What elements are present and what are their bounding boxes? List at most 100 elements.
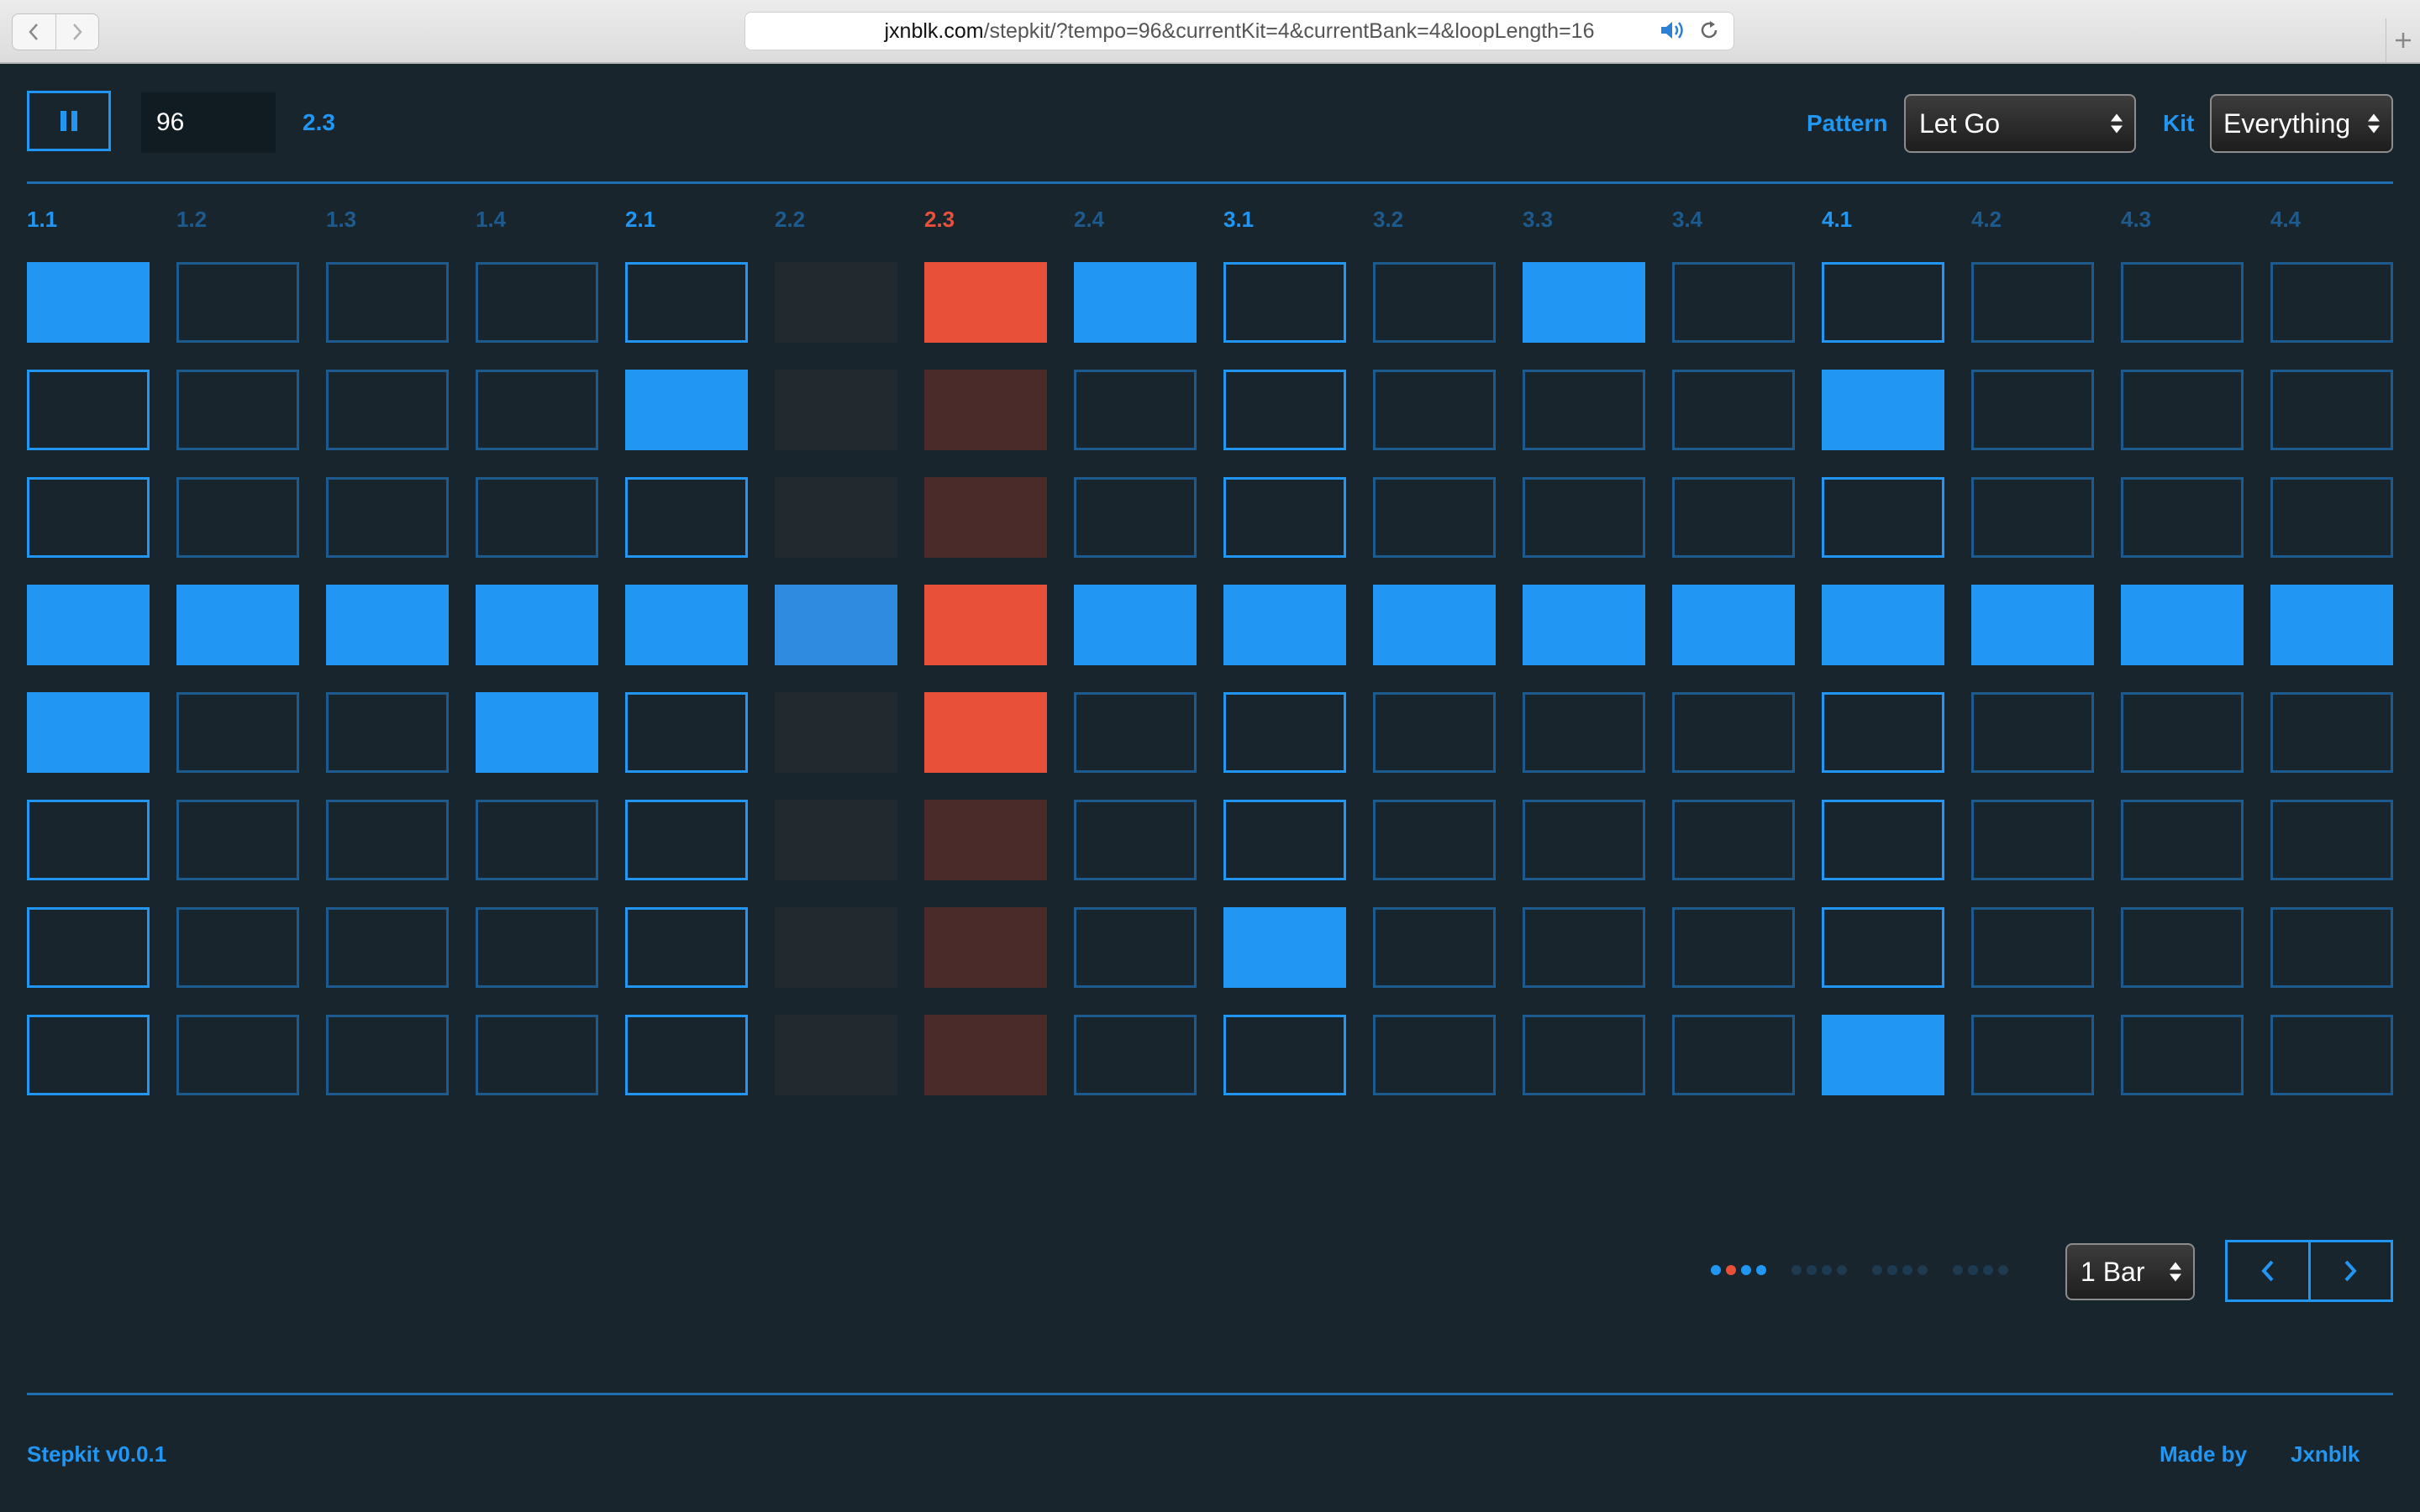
step-cell[interactable] bbox=[1373, 1015, 1496, 1095]
step-cell[interactable] bbox=[1672, 262, 1795, 343]
step-cell[interactable] bbox=[1822, 800, 1944, 880]
step-cell[interactable] bbox=[2270, 585, 2393, 665]
kit-select[interactable]: Everything bbox=[2210, 94, 2393, 153]
step-cell[interactable] bbox=[27, 907, 150, 988]
step-cell[interactable] bbox=[1074, 692, 1197, 773]
step-cell[interactable] bbox=[1523, 907, 1645, 988]
step-cell[interactable] bbox=[326, 907, 449, 988]
step-cell[interactable] bbox=[1971, 907, 2094, 988]
step-cell[interactable] bbox=[1223, 370, 1346, 450]
step-cell[interactable] bbox=[27, 585, 150, 665]
step-cell[interactable] bbox=[1373, 907, 1496, 988]
step-cell[interactable] bbox=[476, 370, 598, 450]
step-cell[interactable] bbox=[1971, 692, 2094, 773]
step-cell[interactable] bbox=[775, 477, 897, 558]
step-cell[interactable] bbox=[2121, 585, 2244, 665]
step-cell[interactable] bbox=[1523, 262, 1645, 343]
step-cell[interactable] bbox=[176, 1015, 299, 1095]
step-cell[interactable] bbox=[1822, 692, 1944, 773]
step-cell[interactable] bbox=[1822, 907, 1944, 988]
step-cell[interactable] bbox=[2270, 370, 2393, 450]
step-cell[interactable] bbox=[1672, 1015, 1795, 1095]
step-cell[interactable] bbox=[476, 692, 598, 773]
step-cell[interactable] bbox=[924, 1015, 1047, 1095]
step-cell[interactable] bbox=[2121, 692, 2244, 773]
step-cell[interactable] bbox=[1074, 800, 1197, 880]
step-cell[interactable] bbox=[1373, 800, 1496, 880]
address-bar[interactable]: jxnblk.com/stepkit/?tempo=96&currentKit=… bbox=[744, 12, 1734, 50]
step-cell[interactable] bbox=[1074, 477, 1197, 558]
step-cell[interactable] bbox=[1373, 262, 1496, 343]
step-cell[interactable] bbox=[1223, 262, 1346, 343]
loop-length-select[interactable]: 1 Bar bbox=[2065, 1243, 2195, 1300]
step-cell[interactable] bbox=[1223, 692, 1346, 773]
step-cell[interactable] bbox=[1971, 262, 2094, 343]
step-cell[interactable] bbox=[326, 1015, 449, 1095]
step-cell[interactable] bbox=[1672, 907, 1795, 988]
reload-icon[interactable] bbox=[1698, 19, 1720, 41]
step-cell[interactable] bbox=[176, 692, 299, 773]
step-cell[interactable] bbox=[2270, 1015, 2393, 1095]
step-cell[interactable] bbox=[2270, 477, 2393, 558]
pattern-select[interactable]: Let Go bbox=[1904, 94, 2136, 153]
step-cell[interactable] bbox=[1074, 1015, 1197, 1095]
step-cell[interactable] bbox=[27, 262, 150, 343]
step-cell[interactable] bbox=[476, 1015, 598, 1095]
step-cell[interactable] bbox=[1971, 477, 2094, 558]
step-cell[interactable] bbox=[1672, 800, 1795, 880]
step-cell[interactable] bbox=[176, 262, 299, 343]
step-cell[interactable] bbox=[326, 585, 449, 665]
step-cell[interactable] bbox=[27, 692, 150, 773]
step-cell[interactable] bbox=[1672, 585, 1795, 665]
step-cell[interactable] bbox=[1523, 1015, 1645, 1095]
step-cell[interactable] bbox=[1822, 262, 1944, 343]
step-cell[interactable] bbox=[27, 477, 150, 558]
step-cell[interactable] bbox=[326, 800, 449, 880]
pause-button[interactable] bbox=[27, 91, 111, 151]
step-cell[interactable] bbox=[1971, 1015, 2094, 1095]
step-cell[interactable] bbox=[775, 800, 897, 880]
step-cell[interactable] bbox=[1223, 477, 1346, 558]
step-cell[interactable] bbox=[1672, 477, 1795, 558]
step-cell[interactable] bbox=[2270, 692, 2393, 773]
step-cell[interactable] bbox=[1822, 477, 1944, 558]
step-cell[interactable] bbox=[1523, 477, 1645, 558]
step-cell[interactable] bbox=[1373, 692, 1496, 773]
step-cell[interactable] bbox=[924, 585, 1047, 665]
step-cell[interactable] bbox=[924, 907, 1047, 988]
step-cell[interactable] bbox=[1074, 370, 1197, 450]
step-cell[interactable] bbox=[1523, 800, 1645, 880]
previous-bank-button[interactable] bbox=[2228, 1242, 2308, 1299]
step-cell[interactable] bbox=[1223, 907, 1346, 988]
step-cell[interactable] bbox=[924, 477, 1047, 558]
step-cell[interactable] bbox=[2121, 907, 2244, 988]
step-cell[interactable] bbox=[1223, 1015, 1346, 1095]
step-cell[interactable] bbox=[775, 370, 897, 450]
step-cell[interactable] bbox=[176, 370, 299, 450]
new-tab-button[interactable] bbox=[2386, 18, 2420, 62]
step-cell[interactable] bbox=[176, 477, 299, 558]
step-cell[interactable] bbox=[924, 370, 1047, 450]
step-cell[interactable] bbox=[1672, 692, 1795, 773]
step-cell[interactable] bbox=[1971, 585, 2094, 665]
step-cell[interactable] bbox=[924, 800, 1047, 880]
step-cell[interactable] bbox=[1373, 477, 1496, 558]
step-cell[interactable] bbox=[176, 800, 299, 880]
step-cell[interactable] bbox=[176, 585, 299, 665]
step-cell[interactable] bbox=[2270, 800, 2393, 880]
step-cell[interactable] bbox=[775, 262, 897, 343]
next-bank-button[interactable] bbox=[2307, 1242, 2391, 1299]
step-cell[interactable] bbox=[27, 1015, 150, 1095]
step-cell[interactable] bbox=[476, 585, 598, 665]
step-cell[interactable] bbox=[476, 907, 598, 988]
step-cell[interactable] bbox=[1822, 1015, 1944, 1095]
step-cell[interactable] bbox=[625, 1015, 748, 1095]
step-cell[interactable] bbox=[176, 907, 299, 988]
step-cell[interactable] bbox=[1822, 585, 1944, 665]
step-cell[interactable] bbox=[476, 477, 598, 558]
step-cell[interactable] bbox=[625, 477, 748, 558]
step-cell[interactable] bbox=[1523, 585, 1645, 665]
step-cell[interactable] bbox=[924, 692, 1047, 773]
step-cell[interactable] bbox=[1523, 692, 1645, 773]
step-cell[interactable] bbox=[924, 262, 1047, 343]
